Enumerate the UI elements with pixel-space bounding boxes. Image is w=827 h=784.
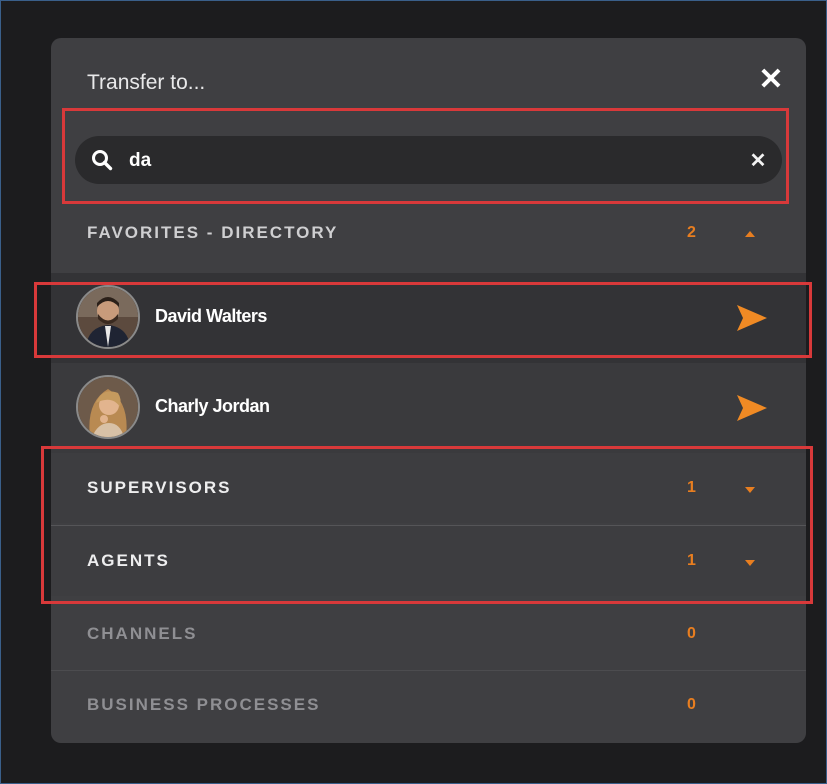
search-input[interactable] — [127, 136, 711, 186]
transfer-dialog: Transfer to... ✕ ✕ FAVORITES - DIRECTORY… — [51, 38, 806, 743]
chevron-down-icon[interactable] — [743, 485, 757, 495]
dialog-title: Transfer to... — [87, 71, 206, 94]
section-label: FAVORITES - DIRECTORY — [87, 223, 339, 242]
contact-row-charly-jordan[interactable]: Charly Jordan — [51, 363, 806, 453]
section-count: 1 — [687, 552, 696, 569]
section-label: AGENTS — [87, 551, 170, 570]
section-count: 0 — [687, 625, 696, 642]
section-agents[interactable]: AGENTS 1 — [51, 526, 806, 596]
contact-name: David Walters — [155, 306, 267, 326]
search-field[interactable]: ✕ — [75, 136, 782, 186]
section-count: 0 — [687, 696, 696, 713]
section-count: 1 — [687, 479, 696, 496]
chevron-down-icon[interactable] — [743, 558, 757, 568]
section-label: BUSINESS PROCESSES — [87, 695, 321, 714]
section-label: SUPERVISORS — [87, 478, 232, 497]
avatar — [76, 375, 140, 439]
section-favorites-directory[interactable]: FAVORITES - DIRECTORY 2 — [51, 198, 806, 268]
clear-search-icon[interactable]: ✕ — [745, 147, 771, 173]
contact-name: Charly Jordan — [155, 396, 270, 416]
section-channels: CHANNELS 0 — [51, 598, 806, 670]
section-business-processes: BUSINESS PROCESSES 0 — [51, 670, 806, 740]
contact-row-david-walters[interactable]: David Walters — [51, 273, 806, 363]
search-icon — [91, 149, 113, 176]
close-icon[interactable]: ✕ — [756, 65, 786, 95]
chevron-up-icon[interactable] — [743, 229, 757, 239]
section-supervisors[interactable]: SUPERVISORS 1 — [51, 453, 806, 523]
avatar — [76, 285, 140, 349]
section-count: 2 — [687, 224, 696, 241]
send-icon[interactable] — [735, 303, 769, 333]
send-icon[interactable] — [735, 393, 769, 423]
section-label: CHANNELS — [87, 624, 198, 643]
